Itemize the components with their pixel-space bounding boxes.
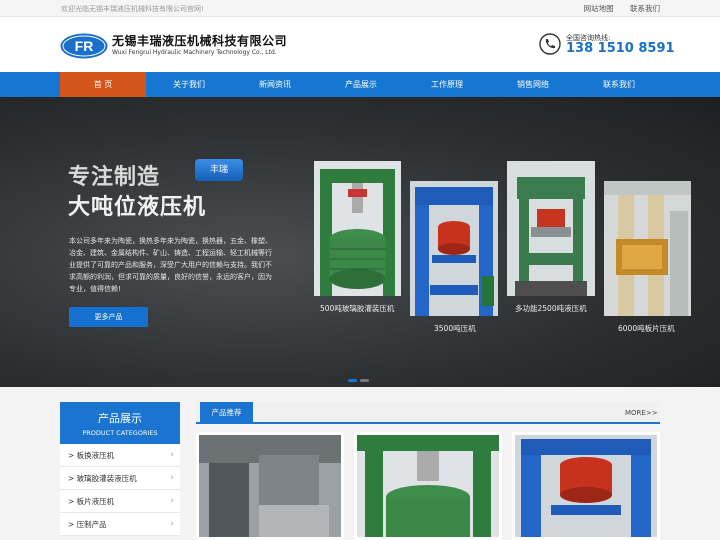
- brand-badge: 丰瑞: [195, 159, 243, 181]
- company-intro: 本公司多年来为陶瓷，换热多年来为陶瓷，换热器，五金、橡塑、冶金、建筑、金属结构件…: [69, 237, 272, 293]
- contact-link[interactable]: 联系我们: [630, 4, 660, 13]
- product-card[interactable]: [604, 181, 691, 316]
- more-products-button[interactable]: 更多产品: [69, 307, 148, 327]
- recommend-item[interactable]: [354, 432, 502, 540]
- category-item[interactable]: > 板换液压机 ›: [60, 444, 180, 467]
- category-item[interactable]: > 板片液压机 ›: [60, 490, 180, 513]
- welcome-text: 欢迎光临无锡丰瑞液压机械科技有限公司官网!: [61, 5, 204, 13]
- nav-principle[interactable]: 工作原理: [404, 72, 490, 97]
- nav-home[interactable]: 首 页: [60, 72, 146, 97]
- slide-dot[interactable]: [360, 379, 369, 382]
- category-title: 产品展示: [98, 412, 142, 425]
- category-subtitle: PRODUCT CATEGORIES: [82, 429, 158, 437]
- product-caption[interactable]: 多功能2500吨液压机: [515, 303, 587, 314]
- phone-icon: [539, 33, 561, 55]
- slogan-line1: 专注制造: [68, 165, 161, 190]
- chevron-right-icon: ›: [170, 450, 174, 460]
- company-logo[interactable]: FR: [60, 33, 108, 59]
- recommend-item[interactable]: [512, 432, 660, 540]
- main-nav: 首 页 关于我们 新闻资讯 产品展示 工作原理 销售网络 联系我们: [0, 72, 720, 97]
- product-image: [410, 181, 498, 316]
- nav-news[interactable]: 新闻资讯: [232, 72, 318, 97]
- category-item-label: > 玻璃胶灌装液压机: [68, 474, 137, 483]
- company-name-en: Wuxi Fengrui Hydraulic Machinery Technol…: [112, 49, 277, 56]
- hotline-number: 138 1510 8591: [566, 41, 675, 56]
- category-item-label: > 压制产品: [68, 520, 107, 529]
- chevron-right-icon: ›: [170, 519, 174, 529]
- product-image: [199, 435, 341, 537]
- nav-products[interactable]: 产品展示: [318, 72, 404, 97]
- recommend-tab[interactable]: 产品推荐: [200, 402, 253, 424]
- sitemap-link[interactable]: 网站地图: [584, 4, 614, 13]
- chevron-right-icon: ›: [170, 496, 174, 506]
- category-header: 产品展示 PRODUCT CATEGORIES: [60, 402, 180, 444]
- recommend-item[interactable]: [196, 432, 344, 540]
- product-card[interactable]: [314, 161, 401, 296]
- hero-banner: 专注制造 大吨位液压机 丰瑞 本公司多年来为陶瓷，换热多年来为陶瓷，换热器，五金…: [0, 97, 720, 387]
- product-image: [314, 161, 401, 296]
- recommend-bar: [196, 402, 660, 424]
- category-item-label: > 板片液压机: [68, 497, 115, 506]
- slide-dot-active[interactable]: [348, 379, 357, 382]
- slide-dots: [348, 375, 372, 384]
- product-card[interactable]: [410, 181, 498, 316]
- category-item[interactable]: > 压制产品 ›: [60, 513, 180, 536]
- nav-about[interactable]: 关于我们: [146, 72, 232, 97]
- product-image: [507, 161, 595, 296]
- nav-contact[interactable]: 联系我们: [576, 72, 662, 97]
- logo-text: FR: [75, 38, 94, 54]
- category-list: > 板换液压机 › > 玻璃胶灌装液压机 › > 板片液压机 › > 压制产品 ›: [60, 444, 180, 536]
- recommend-more-link[interactable]: MORE>>: [625, 409, 658, 417]
- product-caption[interactable]: 500吨玻璃胶灌装压机: [320, 303, 394, 314]
- company-name-cn: 无锡丰瑞液压机械科技有限公司: [112, 34, 288, 48]
- product-image: [357, 435, 499, 537]
- chevron-right-icon: ›: [170, 473, 174, 483]
- nav-sales[interactable]: 销售网络: [490, 72, 576, 97]
- top-bar: 欢迎光临无锡丰瑞液压机械科技有限公司官网! 网站地图 联系我们: [0, 0, 720, 17]
- category-item[interactable]: > 玻璃胶灌装液压机 ›: [60, 467, 180, 490]
- product-image: [515, 435, 657, 537]
- slogan-line2: 大吨位液压机: [68, 195, 207, 220]
- top-links: 网站地图 联系我们: [570, 3, 660, 14]
- category-item-label: > 板换液压机: [68, 451, 115, 460]
- product-image: [604, 181, 691, 316]
- product-caption[interactable]: 6000吨板片压机: [618, 323, 675, 334]
- product-caption[interactable]: 3500吨压机: [434, 323, 476, 334]
- product-card[interactable]: [507, 161, 595, 296]
